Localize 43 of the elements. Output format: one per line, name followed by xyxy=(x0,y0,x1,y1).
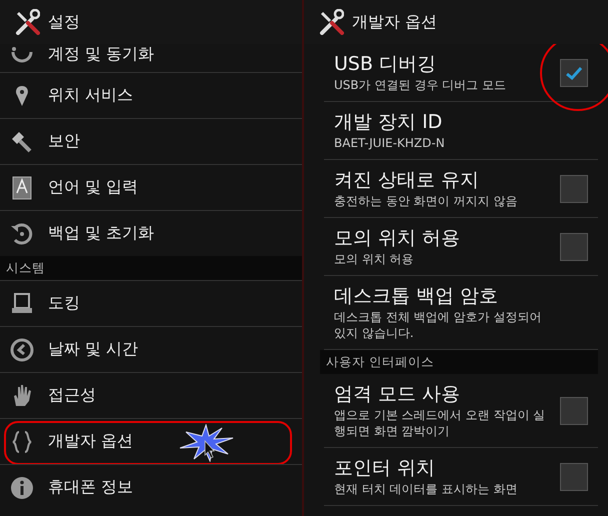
setting-title: 포인터 위치 xyxy=(334,456,436,480)
settings-item[interactable]: 날짜 및 시간 xyxy=(48,339,138,360)
setting-summary: BAET-JUIE-KHZD-N xyxy=(334,135,446,151)
setting-summary: 모의 위치 허용 xyxy=(334,251,415,267)
setting-title: 모의 위치 허용 xyxy=(334,226,462,250)
screen-title: 설정 xyxy=(48,12,80,32)
settings-icon xyxy=(14,9,40,35)
dock-icon xyxy=(10,292,34,316)
setting-title: 데스크톱 백업 암호 xyxy=(334,284,500,308)
checkbox[interactable] xyxy=(560,462,588,490)
setting-title: USB 디버깅 xyxy=(334,52,438,76)
settings-item[interactable]: 언어 및 입력 xyxy=(48,177,138,198)
starburst-cursor-icon xyxy=(178,424,234,462)
setting-summary: 충전하는 동안 화면이 꺼지지 않음 xyxy=(334,193,518,209)
settings-item[interactable]: 접근성 xyxy=(48,385,96,406)
clock-icon xyxy=(10,338,34,362)
section-header: 사용자 인터페이스 xyxy=(320,350,598,374)
checkmark-icon xyxy=(564,66,582,80)
setting-title: 엄격 모드 사용 xyxy=(334,382,462,406)
settings-item[interactable]: 도킹 xyxy=(48,293,80,314)
section-header: 시스템 xyxy=(0,256,302,280)
settings-icon xyxy=(318,9,344,35)
setting-summary: 앱으로 기본 스레드에서 오랜 작업이 실행되면 화면 깜박이기 xyxy=(334,407,546,439)
settings-item[interactable]: 보안 xyxy=(48,131,80,152)
setting-summary: 데스크톱 전체 백업에 암호가 설정되어 있지 않습니다. xyxy=(334,309,542,341)
settings-item[interactable]: 휴대폰 정보 xyxy=(48,477,134,498)
setting-title: 개발 장치 ID xyxy=(334,110,444,134)
braces-icon xyxy=(10,430,34,454)
settings-item[interactable]: 백업 및 초기화 xyxy=(48,223,154,244)
setting-title: 켜진 상태로 유지 xyxy=(334,168,480,192)
checkbox[interactable] xyxy=(560,174,588,202)
settings-item[interactable]: 위치 서비스 xyxy=(48,85,134,106)
setting-summary: 현재 터치 데이터를 표시하는 화면 xyxy=(334,481,518,497)
setting-summary: USB가 연결된 경우 디버그 모드 xyxy=(334,77,507,93)
screen-title: 개발자 옵션 xyxy=(352,12,438,32)
checkbox[interactable] xyxy=(560,58,588,86)
settings-item[interactable]: 개발자 옵션 xyxy=(48,431,134,452)
checkbox[interactable] xyxy=(560,396,588,424)
restore-icon xyxy=(10,222,34,246)
info-icon xyxy=(10,476,34,500)
checkbox[interactable] xyxy=(560,232,588,260)
settings-item[interactable]: 계정 및 동기화 xyxy=(48,44,154,65)
font-icon xyxy=(10,176,34,200)
